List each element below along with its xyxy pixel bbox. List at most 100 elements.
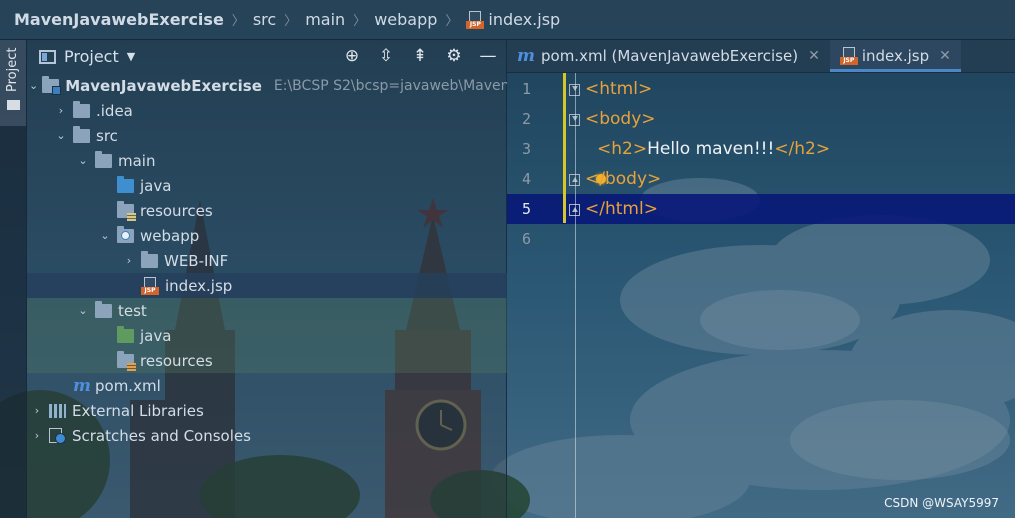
tree-item-java[interactable]: java (27, 173, 507, 198)
chevron-down-icon[interactable]: ⌄ (97, 229, 113, 242)
project-tool-window: Project ▼ ⊕ ⇳ ⇞ ⚙ — ⌄ MavenJavawebExerci… (27, 40, 507, 518)
resources-folder-icon (117, 200, 136, 221)
tree-item-test-java[interactable]: java (27, 323, 507, 348)
tree-item-pom-xml[interactable]: m pom.xml (27, 373, 507, 398)
change-marker (563, 73, 566, 223)
navigation-breadcrumb: MavenJavawebExercise 〉 src 〉 main 〉 weba… (0, 0, 1015, 40)
gutter-divider (575, 73, 576, 518)
chevron-down-icon[interactable]: ⌄ (75, 154, 91, 167)
breadcrumb-webapp[interactable]: webapp (374, 10, 437, 29)
tree-item-external-libraries[interactable]: › External Libraries (27, 398, 507, 423)
chevron-down-icon[interactable]: ⌄ (29, 79, 38, 92)
scratches-icon (49, 427, 66, 444)
tree-item-main[interactable]: ⌄ main (27, 148, 507, 173)
left-tool-strip: Project (0, 40, 27, 518)
tree-item-label: resources (140, 201, 213, 220)
chevron-down-icon[interactable]: ⌄ (53, 129, 69, 142)
collapse-all-icon[interactable]: ⇞ (409, 44, 431, 68)
chevron-right-icon[interactable]: › (121, 254, 137, 267)
line-number: 3 (521, 140, 531, 158)
gear-icon[interactable]: ⚙ (443, 44, 465, 68)
line-number: 4 (521, 170, 531, 188)
tree-item-label: .idea (96, 101, 133, 120)
project-panel-header: Project ▼ ⊕ ⇳ ⇞ ⚙ — (27, 40, 507, 73)
breadcrumb-separator-icon: 〉 (445, 14, 459, 29)
folder-icon (141, 250, 158, 268)
chevron-right-icon[interactable]: › (29, 429, 45, 442)
tree-item-path: E:\BCSP S2\bcsp=javaweb\Maven (273, 77, 507, 94)
tree-item-label: resources (140, 351, 213, 370)
project-window-icon (39, 49, 56, 64)
tree-item-webapp[interactable]: ⌄ webapp (27, 223, 507, 248)
line-number: 1 (521, 80, 531, 98)
tab-pom-xml[interactable]: m pom.xml (MavenJavawebExercise) ✕ (507, 40, 830, 72)
chevron-down-icon[interactable]: ⌄ (75, 304, 91, 317)
code-line[interactable]: 6 (507, 224, 1015, 254)
tab-label: pom.xml (MavenJavawebExercise) (541, 47, 799, 65)
breadcrumb-main[interactable]: main (305, 10, 345, 29)
libraries-icon (49, 403, 66, 418)
tab-index-jsp[interactable]: JSP index.jsp ✕ (829, 40, 961, 72)
tree-item-resources[interactable]: resources (27, 198, 507, 223)
tree-item-web-inf[interactable]: › WEB-INF (27, 248, 507, 273)
crosshair-icon[interactable]: ⊕ (341, 44, 363, 68)
minimize-icon[interactable]: — (477, 44, 499, 68)
close-icon[interactable]: ✕ (808, 48, 820, 64)
tree-item-label: External Libraries (72, 401, 204, 420)
code-line[interactable]: 2 <body> (507, 104, 1015, 134)
source-folder-icon (117, 175, 134, 193)
code-text: <h2>Hello maven!!!</h2> (597, 139, 831, 159)
code-line[interactable]: 1 <html> (507, 74, 1015, 104)
chevron-down-icon[interactable]: ▼ (127, 50, 135, 63)
chevron-right-icon[interactable]: › (29, 404, 45, 417)
tree-item-label: java (140, 326, 172, 345)
test-folder-icon (117, 325, 134, 343)
code-editor[interactable]: 1 <html> 2 <body> 3 <h2>Hello maven!!!</… (507, 73, 1015, 518)
breadcrumb-separator-icon: 〉 (284, 14, 298, 29)
close-icon[interactable]: ✕ (939, 48, 951, 64)
breadcrumb-separator-icon: 〉 (231, 14, 245, 29)
tree-item-scratches[interactable]: › Scratches and Consoles (27, 423, 507, 448)
project-tab-label: Project (5, 47, 20, 92)
tree-item-index-jsp[interactable]: JSP index.jsp (27, 273, 507, 298)
tab-label: index.jsp (861, 47, 930, 65)
editor-area: m pom.xml (MavenJavawebExercise) ✕ JSP i… (507, 40, 1015, 518)
project-view-selector[interactable]: Project (64, 47, 119, 66)
breadcrumb-file[interactable]: index.jsp (488, 10, 560, 29)
breadcrumb-project[interactable]: MavenJavawebExercise (14, 10, 224, 29)
tree-item-label: WEB-INF (164, 251, 229, 270)
watermark-text: CSDN @WSAY5997 (884, 496, 999, 510)
line-number: 5 (521, 200, 531, 218)
editor-tab-bar: m pom.xml (MavenJavawebExercise) ✕ JSP i… (507, 40, 1015, 73)
jsp-file-icon: JSP (466, 10, 485, 29)
tree-item-test[interactable]: ⌄ test (27, 298, 507, 323)
tree-item-label: main (118, 151, 156, 170)
tree-item-label: test (118, 301, 147, 320)
breadcrumb-src[interactable]: src (253, 10, 276, 29)
maven-icon: m (73, 375, 91, 396)
project-tool-window-tab[interactable]: Project (0, 40, 26, 126)
code-line[interactable]: 4 </body> (507, 164, 1015, 194)
tree-item-project-root[interactable]: ⌄ MavenJavawebExercise E:\BCSP S2\bcsp=j… (27, 73, 507, 98)
code-text: <body> (585, 109, 656, 129)
code-line-current[interactable]: 5 </html> (507, 194, 1015, 224)
jsp-file-icon: JSP (839, 47, 858, 65)
tree-item-label: MavenJavawebExercise (65, 76, 262, 95)
chevron-right-icon[interactable]: › (53, 104, 69, 117)
folder-icon (73, 125, 90, 143)
breadcrumb-separator-icon: 〉 (353, 14, 367, 29)
tree-item-test-resources[interactable]: resources (27, 348, 507, 373)
expand-all-icon[interactable]: ⇳ (375, 44, 397, 68)
code-line[interactable]: 3 <h2>Hello maven!!!</h2> (507, 134, 1015, 164)
web-folder-icon (117, 225, 134, 243)
tree-item-idea[interactable]: › .idea (27, 98, 507, 123)
maven-icon: m (517, 46, 535, 66)
code-text: </body> (585, 169, 662, 189)
tree-item-src[interactable]: ⌄ src (27, 123, 507, 148)
line-number: 2 (521, 110, 531, 128)
line-number: 6 (521, 230, 531, 248)
module-folder-icon (42, 75, 62, 95)
tree-item-label: Scratches and Consoles (72, 426, 251, 445)
folder-icon (7, 100, 20, 110)
tree-item-label: webapp (140, 226, 200, 245)
